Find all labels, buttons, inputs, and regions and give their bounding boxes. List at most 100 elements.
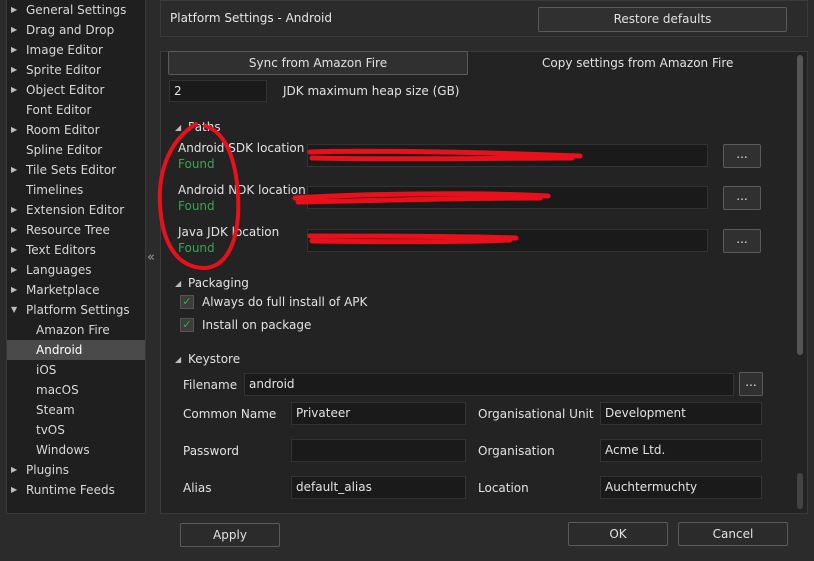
- sidebar-item-amazon-fire[interactable]: Amazon Fire: [7, 320, 145, 340]
- sidebar-item-font-editor[interactable]: Font Editor: [7, 100, 145, 120]
- install-on-package-checkbox[interactable]: ✓: [180, 318, 194, 332]
- collapsed-caret-icon[interactable]: ▶: [11, 160, 19, 180]
- sidebar-item-label: Android: [36, 343, 83, 357]
- java-jdk-label: Java JDK location: [178, 225, 280, 239]
- sidebar-item-text-editors[interactable]: ▶ Text Editors: [7, 240, 145, 260]
- sidebar-item-steam[interactable]: Steam: [7, 400, 145, 420]
- sidebar-item-general-settings[interactable]: ▶ General Settings: [7, 0, 145, 20]
- common-name-field[interactable]: Privateer: [291, 402, 466, 425]
- collapsed-caret-icon[interactable]: ▶: [11, 120, 19, 140]
- packaging-section-title: Packaging: [188, 276, 249, 290]
- organisational-unit-label: Organisational Unit: [478, 407, 594, 421]
- sidebar-item-runtime-feeds[interactable]: ▶ Runtime Feeds: [7, 480, 145, 500]
- collapsed-caret-icon[interactable]: ▶: [11, 220, 19, 240]
- collapsed-caret-icon[interactable]: ▶: [11, 60, 19, 80]
- android-ndk-path-field[interactable]: [307, 186, 708, 209]
- restore-defaults-button[interactable]: Restore defaults: [538, 7, 787, 32]
- keystore-filename-field[interactable]: android: [244, 373, 734, 396]
- android-ndk-browse-button[interactable]: ...: [723, 186, 761, 210]
- sidebar-item-label: Text Editors: [26, 243, 96, 257]
- java-jdk-status: Found: [178, 241, 215, 255]
- sync-from-amazon-fire-button[interactable]: Sync from Amazon Fire: [168, 51, 468, 75]
- android-sdk-label: Android SDK location: [178, 141, 305, 155]
- sidebar-item-label: Platform Settings: [26, 303, 130, 317]
- sidebar-item-label: Steam: [36, 403, 75, 417]
- alias-label: Alias: [183, 481, 212, 495]
- keystore-browse-button[interactable]: ...: [739, 372, 763, 396]
- android-sdk-status: Found: [178, 157, 215, 171]
- sidebar-item-tvos[interactable]: tvOS: [7, 420, 145, 440]
- sidebar-item-drag-and-drop[interactable]: ▶ Drag and Drop: [7, 20, 145, 40]
- jdk-heap-size-input[interactable]: 2: [169, 80, 267, 102]
- scrollbar-lower-thumb[interactable]: [797, 473, 803, 509]
- scrollbar-thumb[interactable]: [797, 55, 803, 355]
- sidebar-item-label: Plugins: [26, 463, 69, 477]
- sidebar-item-tile-sets-editor[interactable]: ▶ Tile Sets Editor: [7, 160, 145, 180]
- android-sdk-path-field[interactable]: [307, 144, 708, 167]
- password-field[interactable]: [291, 439, 466, 462]
- apply-button[interactable]: Apply: [180, 523, 280, 547]
- sidebar-item-extension-editor[interactable]: ▶ Extension Editor: [7, 200, 145, 220]
- alias-field[interactable]: default_alias: [291, 476, 466, 499]
- sidebar-item-platform-settings[interactable]: ▼ Platform Settings: [7, 300, 145, 320]
- sidebar-item-resource-tree[interactable]: ▶ Resource Tree: [7, 220, 145, 240]
- sidebar-item-windows[interactable]: Windows: [7, 440, 145, 460]
- sidebar-item-label: Sprite Editor: [26, 63, 101, 77]
- sidebar-item-label: Tile Sets Editor: [26, 163, 117, 177]
- android-ndk-status: Found: [178, 199, 215, 213]
- android-ndk-label: Android NDK location: [178, 183, 306, 197]
- sidebar-item-label: Room Editor: [26, 123, 100, 137]
- cancel-button[interactable]: Cancel: [678, 522, 788, 546]
- sidebar-item-marketplace[interactable]: ▶ Marketplace: [7, 280, 145, 300]
- packaging-collapse-icon[interactable]: ◢: [175, 279, 181, 288]
- collapsed-caret-icon[interactable]: ▶: [11, 200, 19, 220]
- sidebar-item-label: Marketplace: [26, 283, 100, 297]
- collapsed-caret-icon[interactable]: ▶: [11, 480, 19, 500]
- collapsed-caret-icon[interactable]: ▶: [11, 40, 19, 60]
- java-jdk-browse-button[interactable]: ...: [723, 229, 761, 253]
- sidebar-item-label: Runtime Feeds: [26, 483, 115, 497]
- keystore-collapse-icon[interactable]: ◢: [175, 355, 181, 364]
- sidebar-item-label: Timelines: [26, 183, 84, 197]
- sidebar-item-languages[interactable]: ▶ Languages: [7, 260, 145, 280]
- sidebar-item-room-editor[interactable]: ▶ Room Editor: [7, 120, 145, 140]
- collapsed-caret-icon[interactable]: ▶: [11, 240, 19, 260]
- organisational-unit-field[interactable]: Development: [600, 402, 762, 425]
- sidebar-item-image-editor[interactable]: ▶ Image Editor: [7, 40, 145, 60]
- sidebar-item-ios[interactable]: iOS: [7, 360, 145, 380]
- collapsed-caret-icon[interactable]: ▶: [11, 0, 19, 20]
- sidebar-item-label: macOS: [36, 383, 79, 397]
- content-scrollbar[interactable]: [794, 53, 806, 512]
- sidebar-item-label: Font Editor: [26, 103, 92, 117]
- settings-header: Platform Settings - Android Restore defa…: [160, 0, 808, 37]
- settings-sidebar: ▶ General Settings ▶ Drag and Drop ▶ Image Ed…: [6, 0, 146, 514]
- collapsed-caret-icon[interactable]: ▶: [11, 260, 19, 280]
- sidebar-item-object-editor[interactable]: ▶ Object Editor: [7, 80, 145, 100]
- collapse-sidebar-icon[interactable]: «: [147, 250, 159, 265]
- sidebar-item-label: Resource Tree: [26, 223, 110, 237]
- collapsed-caret-icon[interactable]: ▶: [11, 280, 19, 300]
- sidebar-item-label: iOS: [36, 363, 57, 377]
- collapsed-caret-icon[interactable]: ▶: [11, 460, 19, 480]
- paths-collapse-icon[interactable]: ◢: [175, 123, 181, 132]
- sidebar-item-sprite-editor[interactable]: ▶ Sprite Editor: [7, 60, 145, 80]
- sidebar-item-plugins[interactable]: ▶ Plugins: [7, 460, 145, 480]
- sidebar-item-macos[interactable]: macOS: [7, 380, 145, 400]
- sidebar-item-label: Drag and Drop: [26, 23, 115, 37]
- full-install-checkbox[interactable]: ✓: [180, 295, 194, 309]
- sidebar-item-timelines[interactable]: Timelines: [7, 180, 145, 200]
- android-sdk-browse-button[interactable]: ...: [723, 144, 761, 168]
- sidebar-item-spline-editor[interactable]: Spline Editor: [7, 140, 145, 160]
- expanded-caret-icon[interactable]: ▼: [11, 300, 19, 320]
- organisation-field[interactable]: Acme Ltd.: [600, 439, 762, 462]
- ok-button[interactable]: OK: [568, 522, 668, 546]
- copy-settings-label[interactable]: Copy settings from Amazon Fire: [542, 56, 733, 70]
- collapsed-caret-icon[interactable]: ▶: [11, 80, 19, 100]
- keystore-filename-label: Filename: [183, 378, 238, 392]
- sidebar-item-label: tvOS: [36, 423, 65, 437]
- sidebar-item-label: Spline Editor: [26, 143, 103, 157]
- java-jdk-path-field[interactable]: [307, 229, 708, 252]
- collapsed-caret-icon[interactable]: ▶: [11, 20, 19, 40]
- location-field[interactable]: Auchtermuchty: [600, 476, 762, 499]
- sidebar-item-android[interactable]: Android: [7, 340, 145, 360]
